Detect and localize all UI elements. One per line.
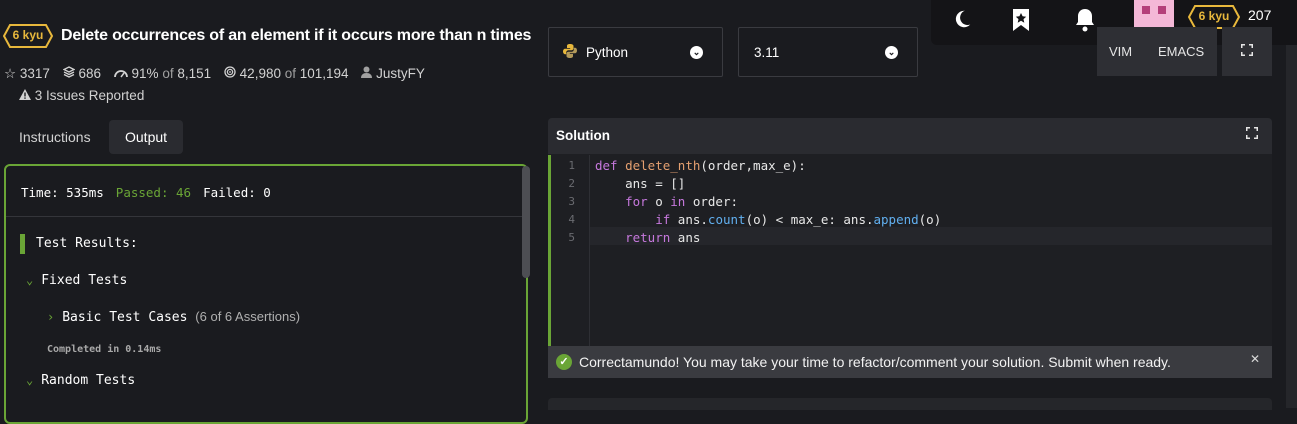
code-editor[interactable]: 1 2 3 4 5 def delete_nth(order,max_e): a… — [548, 155, 1272, 347]
solution-header: Solution — [548, 118, 1272, 154]
completed-target-icon — [224, 66, 240, 81]
completed-of-label: of — [284, 66, 296, 81]
code-line: for o in order: — [625, 194, 739, 209]
author-link[interactable]: JustyFY — [376, 66, 425, 81]
notification-bell-icon[interactable] — [1072, 8, 1098, 34]
expand-icon[interactable] — [1246, 127, 1258, 142]
language-select[interactable]: Python ⌄ — [548, 27, 723, 77]
votes-count: 8,151 — [177, 66, 212, 81]
solution-panel: Solution 1 2 3 4 5 def delete_nth(order,… — [548, 118, 1272, 378]
version-label: 3.11 — [754, 45, 780, 60]
test-group-basic[interactable]: › Basic Test Cases (6 of 6 Assertions) — [47, 309, 300, 325]
line-number: 4 — [568, 213, 575, 226]
dark-mode-moon-icon[interactable] — [949, 8, 975, 34]
test-group-label: Fixed Tests — [41, 273, 128, 288]
fullscreen-button[interactable] — [1222, 27, 1272, 76]
stars-count: 3317 — [19, 66, 50, 81]
output-passed: Passed: 46 — [115, 185, 192, 200]
output-divider — [6, 216, 526, 217]
output-summary: Time: 535ms Passed: 46 Failed: 0 — [21, 185, 271, 200]
issues-reported[interactable]: 3 Issues Reported — [19, 88, 144, 103]
warning-triangle-icon — [19, 88, 35, 103]
collections-count: 686 — [78, 66, 101, 81]
line-number: 5 — [568, 231, 575, 244]
star-icon[interactable]: ☆ — [4, 66, 16, 81]
output-panel: Time: 535ms Passed: 46 Failed: 0 Test Resu… — [4, 164, 530, 424]
chevron-down-icon: ⌄ — [26, 373, 34, 387]
user-rank-label: 6 kyu — [1198, 9, 1230, 23]
collections-stack-icon — [62, 66, 79, 81]
test-group-random[interactable]: ⌄ Random Tests — [26, 373, 135, 388]
test-group-fixed[interactable]: ⌄ Fixed Tests — [26, 273, 127, 288]
chevron-down-icon: ⌄ — [26, 273, 34, 287]
version-select[interactable]: 3.11 ⌄ — [738, 27, 918, 77]
success-message: Correctamundo! You may take your time to… — [579, 354, 1171, 370]
success-banner: ✓ Correctamundo! You may take your time … — [548, 346, 1272, 378]
code-line: ans = [] — [595, 176, 686, 191]
python-logo-icon — [563, 44, 577, 61]
code-line: if ans.count(o) < max_e: ans.append(o) — [655, 212, 942, 227]
kata-rank-label: 6 kyu — [12, 28, 44, 42]
author-user-icon — [361, 66, 376, 81]
output-failed: Failed: 0 — [203, 185, 271, 200]
tab-output[interactable]: Output — [109, 120, 184, 154]
close-icon[interactable]: ✕ — [1250, 352, 1260, 366]
page-scrollbar[interactable] — [1286, 45, 1297, 408]
test-group-label: Basic Test Cases — [62, 310, 188, 325]
test-group-label: Random Tests — [41, 373, 136, 388]
kata-title: Delete occurrences of an element if it o… — [61, 27, 532, 44]
chevron-right-icon: › — [47, 310, 55, 324]
satisfaction-of-label: of — [162, 66, 174, 81]
test-results-heading: Test Results: — [20, 234, 138, 254]
assertions-count: (6 of 6 Assertions) — [195, 309, 301, 324]
emacs-mode-button[interactable]: EMACS — [1158, 44, 1204, 59]
editor-mode-group: VIM EMACS — [1097, 27, 1217, 76]
satisfaction-percent: 91% — [131, 66, 159, 81]
dropdown-chevron-icon: ⌄ — [690, 46, 703, 59]
completed-count: 42,980 — [239, 66, 281, 81]
line-gutter: 1 2 3 4 5 — [551, 155, 590, 347]
line-number: 3 — [568, 195, 575, 208]
check-circle-icon: ✓ — [556, 354, 572, 370]
code-line: return ans — [625, 230, 701, 245]
expand-icon — [1241, 43, 1253, 59]
line-number: 1 — [568, 159, 575, 172]
user-honor: 207 — [1248, 7, 1272, 23]
attempted-count: 101,194 — [299, 66, 349, 81]
code-line: def delete_nth(order,max_e): — [595, 158, 806, 173]
dropdown-chevron-icon: ⌄ — [885, 46, 898, 59]
line-number: 2 — [568, 177, 575, 190]
kata-stats: ☆ 3317 686 91% of 8,151 42,980 of 101,19… — [4, 66, 425, 82]
issues-label: 3 Issues Reported — [34, 88, 145, 103]
vim-mode-button[interactable]: VIM — [1109, 44, 1132, 59]
output-time: Time: 535ms — [21, 185, 104, 200]
language-label: Python — [586, 45, 629, 60]
solution-title: Solution — [556, 128, 610, 143]
next-panel-edge — [548, 398, 1272, 410]
completed-in-label: Completed in 0.14ms — [47, 344, 162, 355]
satisfaction-gauge-icon — [113, 66, 132, 81]
output-scrollbar[interactable] — [522, 166, 530, 278]
tab-instructions[interactable]: Instructions — [3, 120, 107, 154]
bookmark-star-icon[interactable] — [1008, 8, 1034, 34]
